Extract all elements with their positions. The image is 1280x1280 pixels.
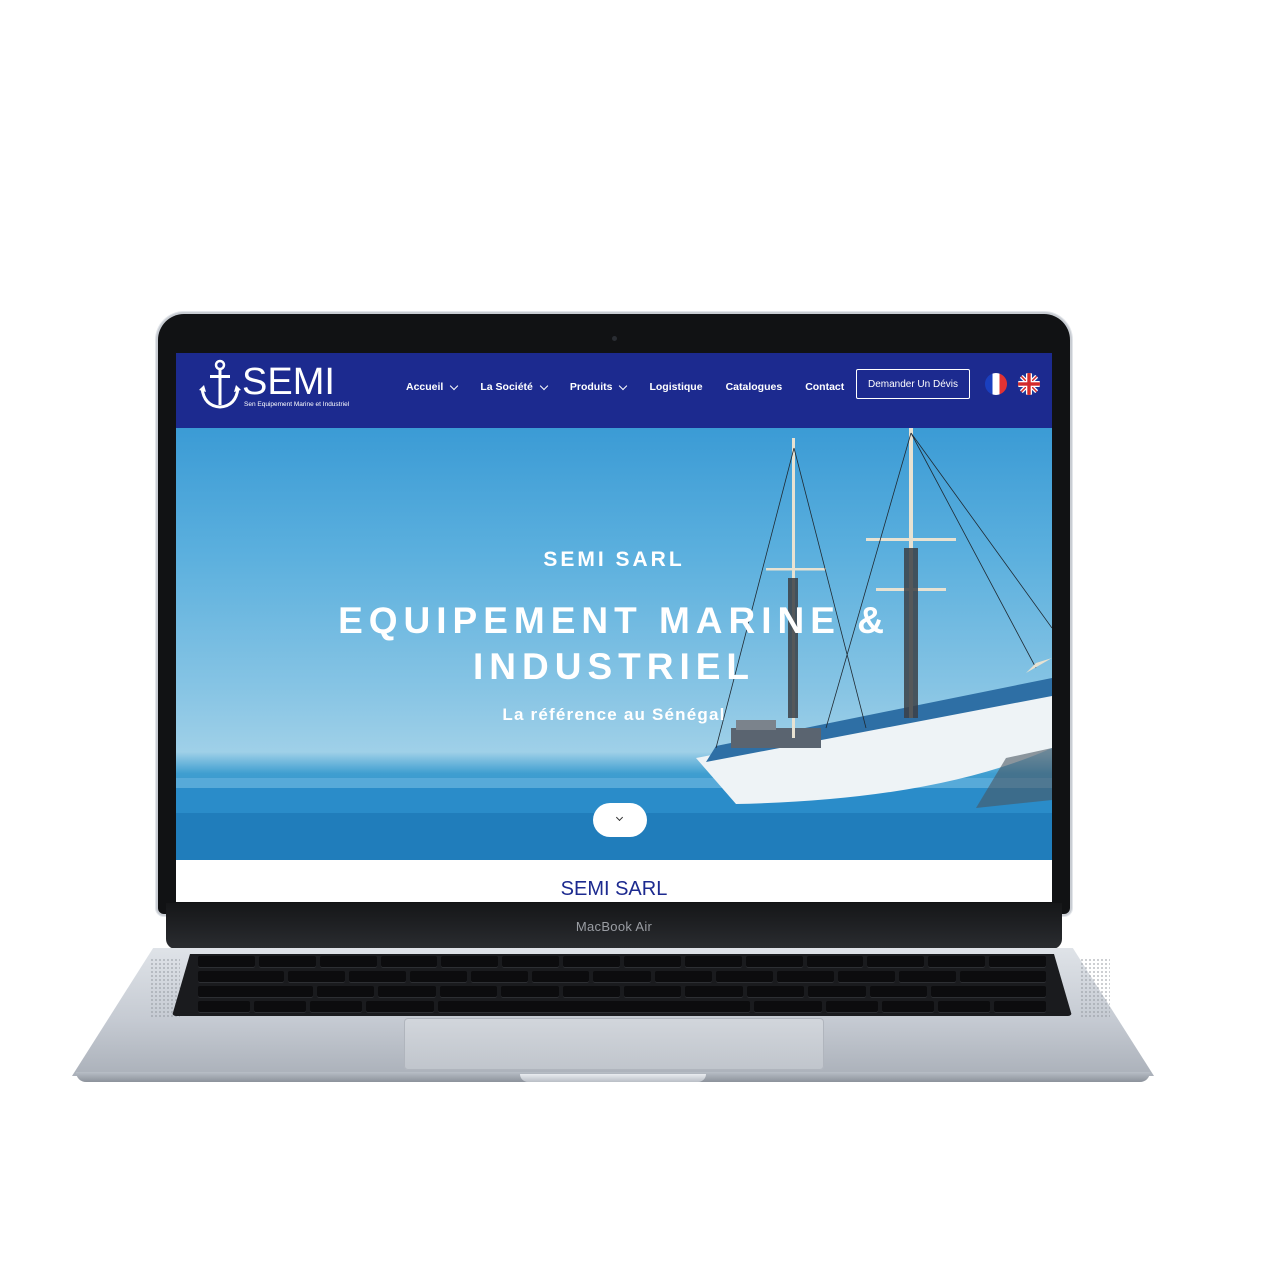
hero-tagline: La référence au Sénégal — [502, 705, 726, 724]
site-logo[interactable]: SEMI Sen Equipement Marine et Industriel — [198, 358, 350, 412]
site-header: SEMI Sen Equipement Marine et Industriel… — [176, 353, 1052, 428]
chevron-down-icon — [539, 381, 549, 390]
device-label: MacBook Air — [575, 919, 653, 934]
keyboard — [172, 954, 1072, 1016]
request-quote-button[interactable]: Demander Un Dévis — [856, 369, 970, 399]
camera-icon — [612, 336, 617, 341]
hero-title-line: EQUIPEMENT MARINE & — [338, 600, 890, 641]
nav-item-label: Produits — [569, 381, 613, 393]
hero-kicker: SEMI SARL — [543, 548, 685, 571]
nav-item-contact[interactable]: Contact — [805, 381, 844, 393]
speaker-grille — [1080, 958, 1110, 1018]
hero-banner: SEMI SARL EQUIPEMENT MARINE & INDUSTRIEL… — [176, 428, 1052, 860]
nav-item-catalogues[interactable]: Catalogues — [726, 381, 783, 393]
hero-title: EQUIPEMENT MARINE & INDUSTRIEL — [176, 598, 1052, 690]
nav-item-accueil[interactable]: Accueil — [406, 381, 459, 393]
laptop-notch — [520, 1074, 706, 1082]
section-heading: SEMI SARL — [560, 878, 668, 900]
chevron-down-icon — [619, 381, 628, 390]
uk-flag-icon[interactable] — [1018, 373, 1040, 395]
nav-item-label: Contact — [805, 381, 845, 393]
hero-title-line: INDUSTRIEL — [473, 646, 755, 687]
anchor-icon — [199, 359, 241, 409]
chevron-down-icon — [450, 381, 459, 390]
nav-item-label: La Société — [480, 381, 533, 393]
trackpad — [404, 1018, 824, 1070]
chevron-down-icon — [615, 813, 624, 822]
nav-item-label: Accueil — [406, 381, 444, 393]
nav-item-produits[interactable]: Produits — [569, 381, 628, 393]
nav-item-label: Logistique — [649, 381, 703, 393]
nav-item-la-societe[interactable]: La Société — [480, 381, 549, 393]
logo-subtitle: Sen Equipement Marine et Industriel — [244, 401, 350, 408]
scroll-down-button[interactable] — [593, 803, 647, 837]
nav-item-label: Catalogues — [725, 381, 783, 393]
french-flag-icon[interactable] — [985, 373, 1007, 395]
browser-viewport: SEMI Sen Equipement Marine et Industriel… — [176, 353, 1052, 902]
nav-item-logistique[interactable]: Logistique — [649, 381, 702, 393]
logo-wordmark: SEMI — [242, 361, 335, 403]
laptop-chin: MacBook Air — [166, 903, 1062, 949]
main-nav: Accueil La Société Produits Logistique C… — [406, 353, 867, 421]
